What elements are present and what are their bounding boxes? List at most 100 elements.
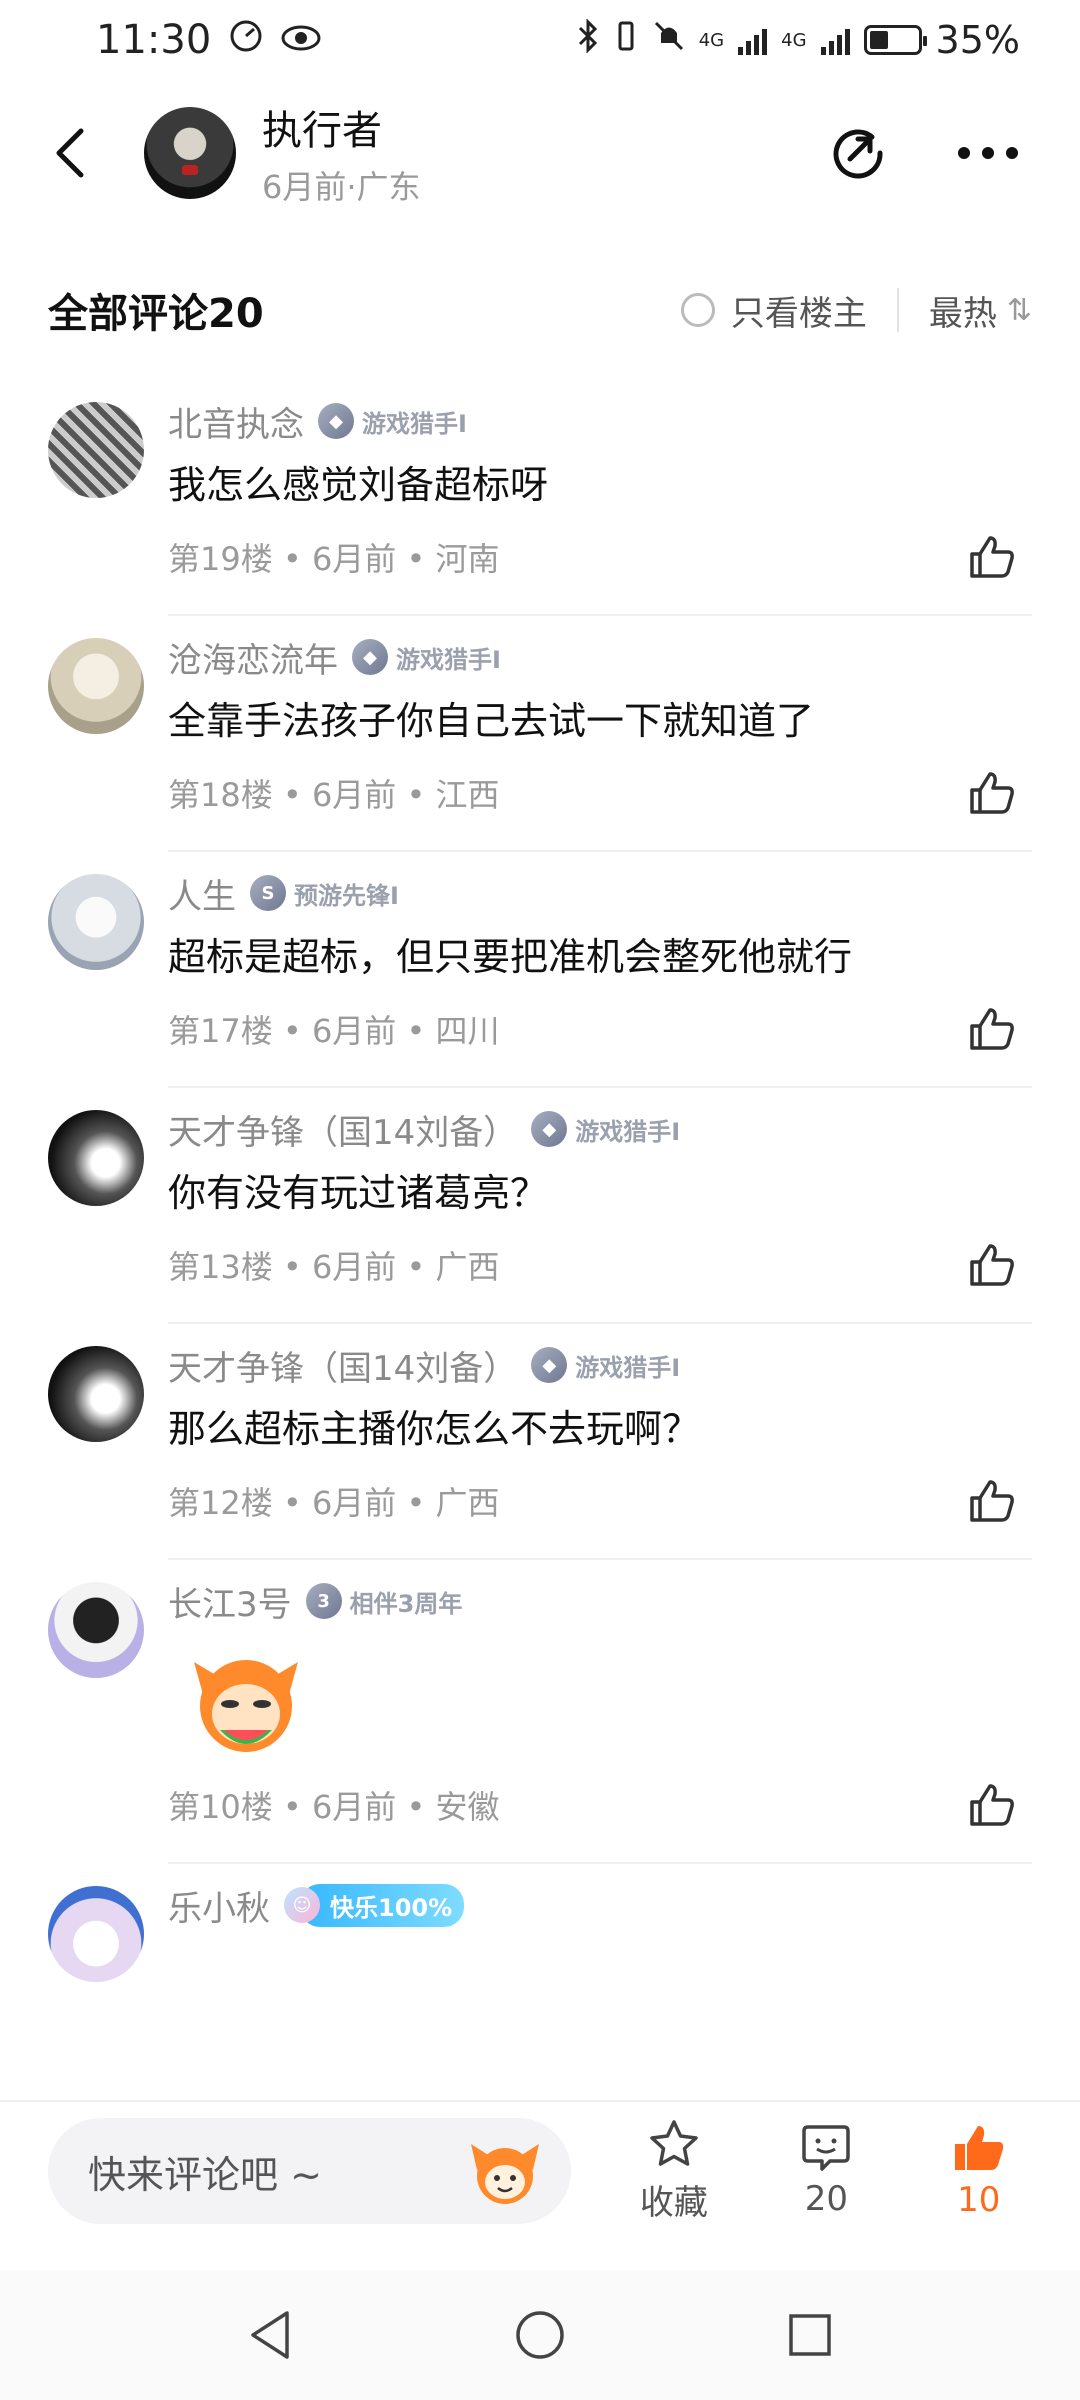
user-badge: ◆ 游戏猎手I	[318, 403, 467, 439]
status-time: 11:30	[96, 17, 212, 63]
nav-back-button[interactable]	[240, 2305, 300, 2365]
badge-text: 游戏猎手I	[362, 409, 467, 438]
comment-item[interactable]: 天才争锋（国14刘备） ◆ 游戏猎手I 你有没有玩过诸葛亮？ 第13楼 • 6月前…	[0, 1088, 1080, 1324]
author-name: 执行者	[262, 108, 382, 154]
star-icon	[650, 2119, 698, 2166]
post-header: 执行者 6月前·广东	[0, 88, 1080, 218]
comment-meta-row: 第13楼 • 6月前 • 广西	[168, 1230, 1032, 1300]
vibrate-icon	[613, 19, 639, 61]
emoji-button[interactable]	[467, 2136, 543, 2206]
owner-only-label: 只看楼主	[730, 293, 867, 334]
username-row: 天才争锋（国14刘备） ◆ 游戏猎手I	[168, 1096, 1032, 1162]
badge-icon: S	[250, 875, 286, 911]
like-button[interactable]	[964, 1777, 1020, 1833]
username[interactable]: 乐小秋	[168, 1881, 270, 1930]
comment-meta-row: 第12楼 • 6月前 • 广西	[168, 1466, 1032, 1536]
thumbs-up-icon	[970, 772, 1014, 814]
comment-item[interactable]: 北音执念 ◆ 游戏猎手I 我怎么感觉刘备超标呀 第19楼 • 6月前 • 河南	[0, 380, 1080, 616]
comment-meta: 第10楼 • 6月前 • 安徽	[168, 1788, 500, 1826]
circle-home-icon	[516, 2311, 564, 2359]
nav-recents-button[interactable]	[780, 2305, 840, 2365]
like-post-button[interactable]: 10	[926, 2122, 1032, 2220]
username[interactable]: 人生	[168, 869, 236, 918]
badge-icon: ◆	[318, 403, 354, 439]
badge-icon: ☺	[284, 1887, 320, 1923]
radio-icon	[680, 293, 715, 327]
thumbs-up-filled-icon	[954, 2126, 1003, 2170]
avatar[interactable]	[48, 1110, 144, 1206]
comment-bubble-icon	[802, 2125, 851, 2171]
eye-icon	[281, 18, 321, 62]
comment-meta-row: 第10楼 • 6月前 • 安徽	[168, 1770, 1032, 1840]
avatar[interactable]	[48, 874, 144, 970]
comment-item[interactable]: 长江3号 3 相伴3周年 第10楼 • 6月前 • 安徽	[0, 1560, 1080, 1864]
header-actions	[826, 121, 1040, 185]
bluetooth-icon	[577, 18, 599, 61]
comment-count: 20	[804, 2179, 848, 2219]
like-button[interactable]	[964, 1237, 1020, 1293]
like-button[interactable]	[964, 1001, 1020, 1057]
username-row: 乐小秋 ☺ 快乐100%	[168, 1872, 1032, 1938]
sticker-image[interactable]	[186, 1640, 306, 1760]
comment-text: 全靠手法孩子你自己去试一下就知道了	[168, 699, 815, 743]
badge-icon: ◆	[531, 1347, 568, 1383]
user-badge: ☺ 快乐100%	[284, 1883, 465, 1927]
chevron-left-icon	[56, 128, 84, 178]
comment-item[interactable]: 沧海恋流年 ◆ 游戏猎手I 全靠手法孩子你自己去试一下就知道了 第18楼 • 6月…	[0, 616, 1080, 852]
sort-button[interactable]: 最热 ⇅	[929, 286, 1032, 335]
network-label-2: 4G	[781, 29, 807, 51]
username[interactable]: 沧海恋流年	[168, 633, 338, 682]
avatar[interactable]	[48, 1346, 144, 1442]
comment-input[interactable]: 快来评论吧 ~	[48, 2118, 571, 2224]
avatar[interactable]	[48, 1886, 144, 1982]
favorite-button[interactable]: 收藏	[621, 2119, 727, 2224]
share-button[interactable]	[826, 121, 890, 185]
comments-header: 全部评论20 只看楼主 最热 ⇅	[0, 270, 1080, 350]
username[interactable]: 北音执念	[168, 397, 304, 446]
triangle-back-icon	[251, 2311, 289, 2359]
thumbs-up-icon	[970, 1244, 1014, 1286]
comment-body: 天才争锋（国14刘备） ◆ 游戏猎手I 你有没有玩过诸葛亮？ 第13楼 • 6月前…	[168, 1088, 1032, 1324]
author-info[interactable]: 执行者 6月前·广东	[262, 98, 421, 208]
comment-text: 你有没有玩过诸葛亮？	[168, 1171, 549, 1215]
system-nav-bar	[0, 2270, 1080, 2400]
username-row: 沧海恋流年 ◆ 游戏猎手I	[168, 624, 1032, 690]
avatar[interactable]	[48, 1582, 144, 1678]
comment-body: 长江3号 3 相伴3周年 第10楼 • 6月前 • 安徽	[168, 1560, 1032, 1864]
author-avatar[interactable]	[144, 107, 236, 199]
user-badge: ◆ 游戏猎手I	[531, 1111, 680, 1147]
comments-button[interactable]: 20	[773, 2123, 879, 2219]
emoji-face-icon	[470, 2144, 539, 2204]
comment-list: 北音执念 ◆ 游戏猎手I 我怎么感觉刘备超标呀 第19楼 • 6月前 • 河南 沧…	[0, 380, 1080, 1982]
nav-home-button[interactable]	[510, 2305, 570, 2365]
badge-icon: ◆	[531, 1111, 568, 1147]
comment-item[interactable]: 人生 S 预游先锋I 超标是超标，但只要把准机会整死他就行 第17楼 • 6月前 …	[0, 852, 1080, 1088]
username[interactable]: 天才争锋（国14刘备）	[168, 1341, 517, 1390]
comment-text: 那么超标主播你怎么不去玩啊？	[168, 1407, 701, 1451]
thumbs-up-icon	[970, 1480, 1014, 1522]
sort-label: 最热	[928, 293, 997, 334]
comment-item[interactable]: 天才争锋（国14刘备） ◆ 游戏猎手I 那么超标主播你怎么不去玩啊？ 第12楼 •…	[0, 1324, 1080, 1560]
bottom-action-bar: 快来评论吧 ~ 收藏 20 10	[0, 2100, 1080, 2240]
badge-icon: ◆	[352, 639, 388, 675]
comment-meta-row: 第17楼 • 6月前 • 四川	[168, 994, 1032, 1064]
like-button[interactable]	[964, 529, 1020, 585]
username[interactable]: 天才争锋（国14刘备）	[168, 1105, 517, 1154]
status-bar: 11:30 4G 4G 35%	[0, 0, 1080, 80]
avatar[interactable]	[48, 402, 144, 498]
back-button[interactable]	[40, 113, 100, 193]
username[interactable]: 长江3号	[168, 1577, 292, 1626]
comment-body: 北音执念 ◆ 游戏猎手I 我怎么感觉刘备超标呀 第19楼 • 6月前 • 河南	[168, 380, 1032, 616]
user-badge: 3 相伴3周年	[305, 1583, 463, 1619]
owner-only-toggle[interactable]: 只看楼主	[680, 286, 867, 335]
battery-percent: 35%	[935, 18, 1020, 62]
comment-body: 乐小秋 ☺ 快乐100%	[168, 1864, 1032, 1982]
avatar[interactable]	[48, 638, 144, 734]
like-button[interactable]	[964, 765, 1020, 821]
comment-item[interactable]: 乐小秋 ☺ 快乐100%	[0, 1864, 1080, 1982]
badge-text: 相伴3周年	[349, 1589, 463, 1618]
more-button[interactable]	[956, 121, 1020, 185]
signal-icon-1	[738, 25, 768, 55]
battery-icon	[863, 25, 927, 55]
like-button[interactable]	[964, 1473, 1020, 1529]
